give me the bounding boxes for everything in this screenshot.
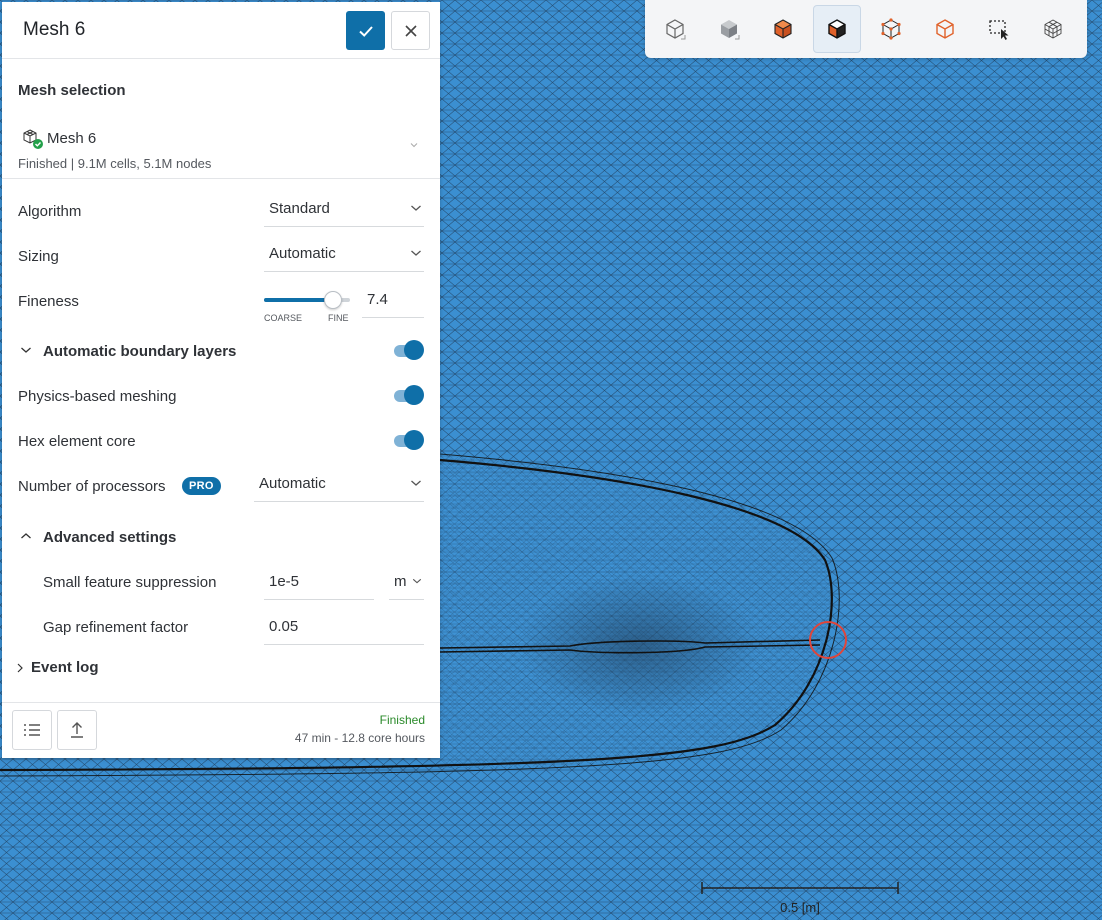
gap-factor-label: Gap refinement factor xyxy=(43,619,189,636)
close-icon xyxy=(404,24,417,37)
check-icon xyxy=(358,25,373,37)
chevron-down-icon xyxy=(412,578,422,584)
gap-factor-input[interactable]: 0.05 xyxy=(264,610,424,645)
confirm-button[interactable] xyxy=(346,11,385,50)
divider xyxy=(2,178,440,179)
algorithm-label: Algorithm xyxy=(18,203,82,220)
physics-meshing-label: Physics-based meshing xyxy=(18,388,177,405)
hex-core-label: Hex element core xyxy=(18,433,136,450)
cube-vertices-icon[interactable] xyxy=(867,5,915,53)
scale-label: 0.5 [m] xyxy=(780,900,820,915)
slider-handle[interactable] xyxy=(324,291,342,309)
fineness-slider[interactable]: COARSE FINE xyxy=(264,288,352,324)
processors-select[interactable]: Automatic xyxy=(254,467,424,502)
fineness-value: 7.4 xyxy=(367,291,388,308)
small-feature-input[interactable]: 1e-5 xyxy=(264,565,374,600)
unit-value: m xyxy=(394,573,407,590)
footer-duration: 47 min - 12.8 core hours xyxy=(294,731,425,745)
unit-select[interactable]: m xyxy=(389,565,424,600)
mesh-settings-panel: Mesh 6 Mesh selection Mesh 6 Finished | … xyxy=(2,2,440,758)
slider-min-label: COARSE xyxy=(264,313,303,323)
mesh-finished-icon xyxy=(23,129,43,149)
chevron-right-icon[interactable] xyxy=(17,663,23,673)
sizing-select[interactable]: Automatic xyxy=(264,237,424,272)
export-button[interactable] xyxy=(57,710,97,750)
boundary-layers-toggle[interactable] xyxy=(394,340,424,360)
small-feature-value: 1e-5 xyxy=(269,573,300,590)
cube-outline-icon[interactable] xyxy=(651,5,699,53)
gap-factor-value: 0.05 xyxy=(269,618,299,635)
slider-max-label: FINE xyxy=(328,313,349,323)
fineness-label: Fineness xyxy=(18,293,79,310)
cube-orange-faces-icon[interactable] xyxy=(759,5,807,53)
event-log-label[interactable]: Event log xyxy=(31,659,99,676)
cube-edges-icon[interactable] xyxy=(921,5,969,53)
footer-status: Finished xyxy=(379,713,425,727)
boundary-layers-label: Automatic boundary layers xyxy=(43,343,237,360)
list-button[interactable] xyxy=(12,710,52,750)
panel-header: Mesh 6 xyxy=(2,2,440,59)
chevron-down-icon xyxy=(411,480,421,486)
panel-title: Mesh 6 xyxy=(23,19,86,40)
sizing-label: Sizing xyxy=(18,248,59,265)
pro-badge: PRO xyxy=(182,477,221,495)
divider xyxy=(2,702,440,703)
close-button[interactable] xyxy=(391,11,430,50)
view-toolbar xyxy=(645,0,1087,58)
mesh-selection-heading: Mesh selection xyxy=(18,82,126,99)
mesh-cube-icon[interactable] xyxy=(1029,5,1077,53)
chevron-up-icon[interactable] xyxy=(20,532,32,540)
cube-solid-icon[interactable] xyxy=(705,5,753,53)
chevron-down-icon xyxy=(411,250,421,256)
fineness-input[interactable]: 7.4 xyxy=(362,283,424,318)
sizing-value: Automatic xyxy=(269,245,336,262)
algorithm-select[interactable]: Standard xyxy=(264,192,424,227)
algorithm-value: Standard xyxy=(269,200,330,217)
box-select-icon[interactable] xyxy=(975,5,1023,53)
mesh-selection-item[interactable]: Mesh 6 Finished | 9.1M cells, 5.1M nodes xyxy=(18,124,426,171)
list-icon xyxy=(24,724,40,736)
chevron-down-icon[interactable] xyxy=(20,346,32,354)
hex-core-toggle[interactable] xyxy=(394,430,424,450)
physics-meshing-toggle[interactable] xyxy=(394,385,424,405)
processors-label: Number of processors xyxy=(18,478,166,495)
upload-icon xyxy=(71,722,83,738)
small-feature-label: Small feature suppression xyxy=(43,574,217,591)
mesh-name: Mesh 6 xyxy=(47,130,97,147)
advanced-settings-label: Advanced settings xyxy=(43,529,177,546)
mesh-status: Finished | 9.1M cells, 5.1M nodes xyxy=(18,156,212,171)
chevron-down-icon xyxy=(411,205,421,211)
chevron-down-icon xyxy=(410,143,418,148)
processors-value: Automatic xyxy=(259,475,326,492)
cube-black-orange-icon[interactable] xyxy=(813,5,861,53)
